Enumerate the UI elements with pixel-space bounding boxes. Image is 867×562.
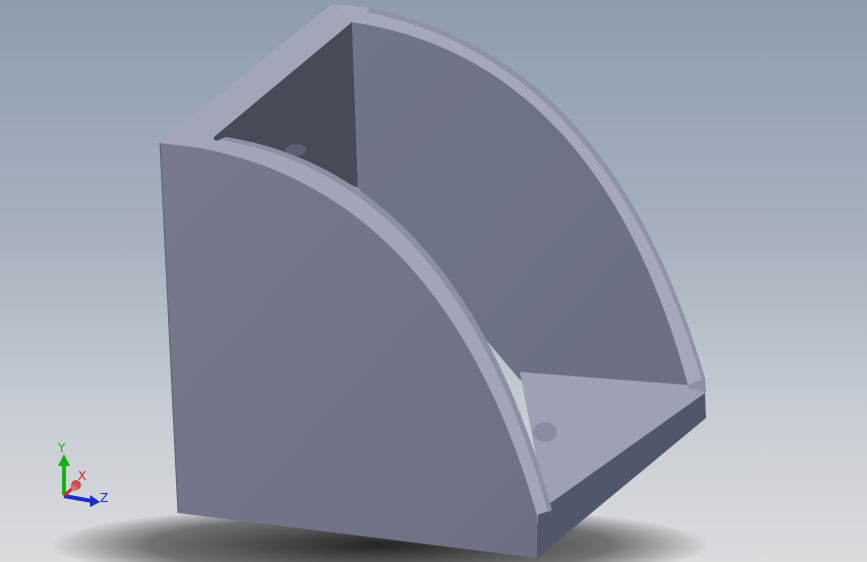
triad-z-label: Z [100, 491, 108, 505]
bracket-model[interactable] [0, 0, 867, 562]
base-hole [533, 422, 557, 442]
z-axis-icon [63, 494, 93, 503]
triad-y-label: Y [57, 441, 66, 455]
triad-x-label: X [78, 469, 86, 483]
graphics-viewport[interactable]: Y X Z [0, 0, 867, 562]
coordinate-triad: Y X Z [57, 441, 108, 507]
